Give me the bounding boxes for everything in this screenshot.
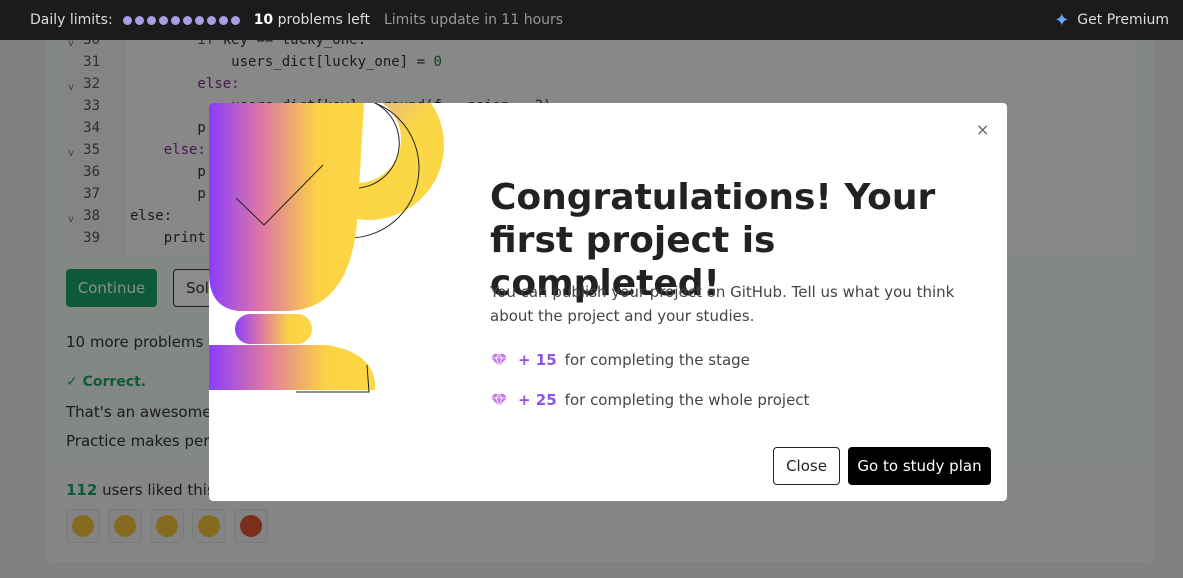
project-reward: + 25 for completing the whole project bbox=[490, 391, 809, 409]
close-icon[interactable]: × bbox=[976, 120, 989, 139]
close-button[interactable]: Close bbox=[773, 447, 840, 485]
stage-reward: + 15 for completing the stage bbox=[490, 351, 750, 369]
gem-icon bbox=[491, 393, 507, 407]
daily-limits-label: Daily limits: bbox=[30, 12, 113, 28]
limits-update-text: Limits update in 11 hours bbox=[383, 12, 564, 28]
get-premium-button[interactable]: ✦ Get Premium bbox=[1054, 0, 1169, 40]
completion-modal: × Congratulations! Your first project is… bbox=[209, 103, 1007, 501]
gem-icon bbox=[491, 353, 507, 367]
sparkle-icon: ✦ bbox=[1054, 9, 1070, 31]
modal-description: You can publish your project on GitHub. … bbox=[490, 283, 955, 325]
problems-left: 10 problems left bbox=[253, 12, 370, 28]
daily-limits-dots bbox=[122, 15, 240, 25]
top-bar: Daily limits: 10 problems left Limits up… bbox=[0, 0, 1183, 40]
go-to-study-plan-button[interactable]: Go to study plan bbox=[848, 447, 991, 485]
trophy-illustration bbox=[209, 103, 444, 393]
